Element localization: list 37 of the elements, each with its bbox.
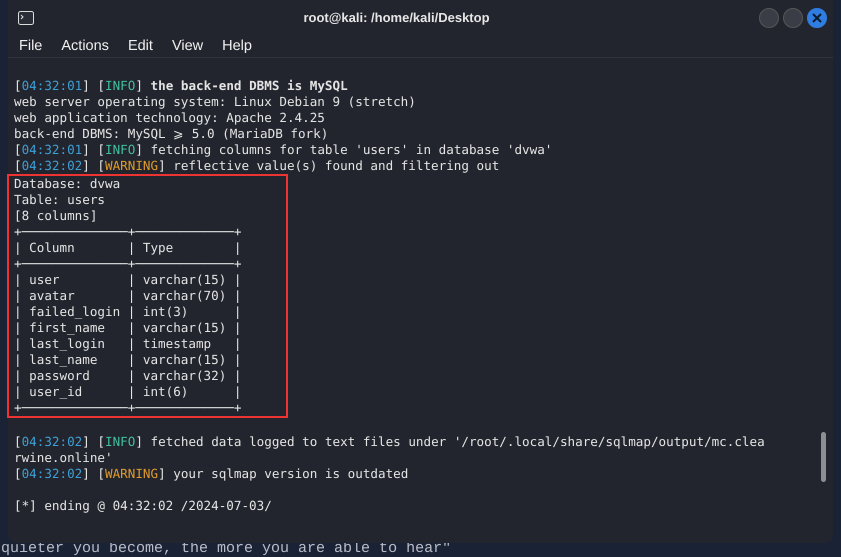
terminal-line: Table: users xyxy=(14,192,106,208)
menu-item[interactable]: Edit xyxy=(128,36,153,58)
terminal-line: | avatar | varchar(70) | xyxy=(14,288,242,304)
menu-item[interactable]: Help xyxy=(222,36,252,58)
terminal-line: [04:32:02] [INFO] fetched data logged to text files under '/root/.local/share/sqlmap/output/mc.clea xyxy=(14,434,766,450)
menu-item[interactable]: File xyxy=(19,36,42,58)
terminal-line: web application technology: Apache 2.4.25 xyxy=(14,110,326,126)
terminal-line: rwine.online' xyxy=(14,450,114,466)
terminal-line: [04:32:01] [INFO] fetching columns for table 'users' in database 'dvwa' xyxy=(14,142,554,158)
terminal-line: [04:32:02] [WARNING] reflective value(s) found and filtering out xyxy=(14,158,500,174)
terminal-line: [04:32:01] [INFO] the back-end DBMS is MySQL xyxy=(14,78,349,94)
window-title: root@kali: /home/kali/Desktop xyxy=(302,9,491,28)
terminal-line: | password | varchar(32) | xyxy=(14,368,242,384)
terminal-line: [8 columns] xyxy=(14,208,98,224)
terminal-line: back-end DBMS: MySQL ⩾ 5.0 (MariaDB fork) xyxy=(14,126,330,142)
menu-item[interactable]: Actions xyxy=(61,36,109,58)
terminal-line: Database: dvwa xyxy=(14,176,122,192)
terminal-line: +──────────────+─────────────+ xyxy=(14,224,242,240)
terminal-line: | failed_login | int(3) | xyxy=(14,304,242,320)
terminal-icon xyxy=(18,11,34,25)
terminal-line: [*] ending @ 04:32:02 /2024-07-03/ xyxy=(14,498,273,514)
terminal-line: | Column | Type | xyxy=(14,240,242,256)
terminal-line: | user | varchar(15) | xyxy=(14,272,242,288)
minimize-button[interactable] xyxy=(759,8,779,28)
terminal-line: +──────────────+─────────────+ xyxy=(14,400,242,416)
terminal-line: | first_name | varchar(15) | xyxy=(14,320,242,336)
terminal-line: | user_id | int(6) | xyxy=(14,384,242,400)
terminal-line: +──────────────+─────────────+ xyxy=(14,256,242,272)
menu-item[interactable]: View xyxy=(172,36,204,58)
terminal-line: | last_login | timestamp | xyxy=(14,336,242,352)
scrollbar-thumb[interactable] xyxy=(821,432,826,482)
terminal-line: [04:32:02] [WARNING] your sqlmap version is outdated xyxy=(14,466,410,482)
terminal-line: | last_name | varchar(15) | xyxy=(14,352,242,368)
close-icon xyxy=(812,13,822,23)
close-button[interactable] xyxy=(807,8,827,28)
maximize-button[interactable] xyxy=(783,8,803,28)
terminal-line: web server operating system: Linux Debian 9 (stretch) xyxy=(14,94,417,110)
